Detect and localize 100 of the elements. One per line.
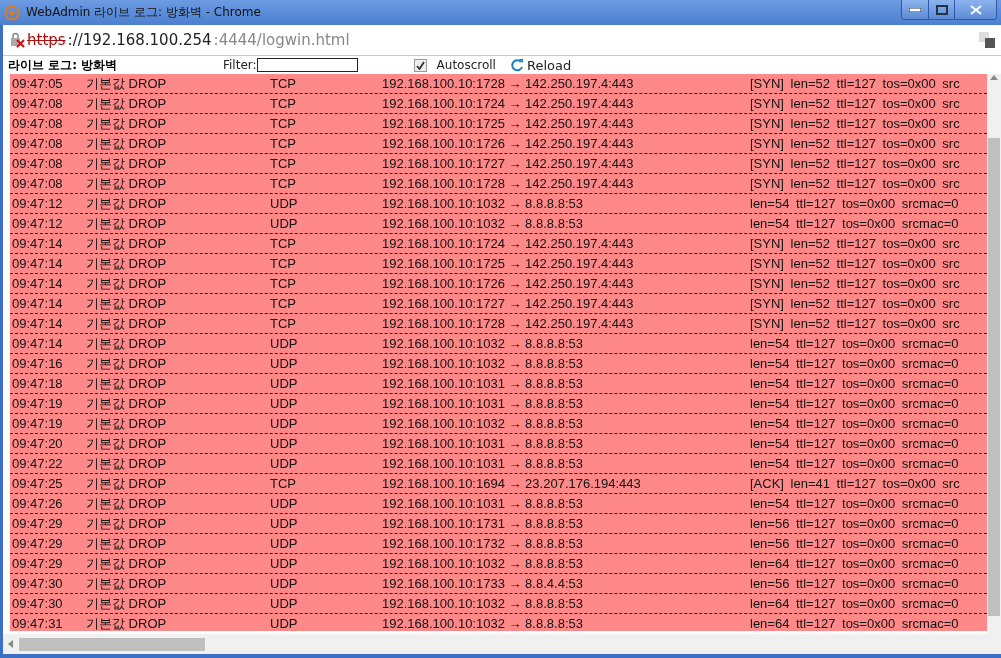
action-cell-text: 기본값 DROP — [86, 274, 168, 293]
time-cell-text: 09:47:16 — [11, 356, 64, 371]
translate-icon[interactable] — [979, 32, 995, 48]
details-cell: [SYN] len=52 ttl=127 tos=0x00 src — [750, 116, 960, 131]
protocol-cell-text: UDP — [270, 516, 299, 531]
insecure-lock-icon[interactable] — [9, 32, 25, 48]
time-cell-text: 09:47:14 — [11, 256, 64, 271]
action-cell-text: 기본값 DROP — [86, 374, 168, 393]
action-cell-text: 기본값 DROP — [86, 474, 168, 493]
filter-label: Filter: — [223, 58, 257, 72]
connection-cell-text: 192.168.100.10:1726 → 142.250.197.4:443 — [382, 136, 635, 151]
details-cell: [SYN] len=52 ttl=127 tos=0x00 src — [750, 96, 960, 111]
protocol-cell-text: UDP — [270, 616, 299, 631]
connection-cell-text: 192.168.100.10:1728 → 142.250.197.4:443 — [382, 76, 635, 91]
close-button[interactable] — [954, 0, 996, 19]
protocol-cell-text: TCP — [270, 136, 297, 151]
url-path: :4444/logwin.html — [213, 31, 351, 49]
connection-cell-text: 192.168.100.10:1032 → 8.8.8.8:53 — [382, 596, 584, 611]
action-cell-text: 기본값 DROP — [86, 254, 168, 273]
connection-cell-text: 192.168.100.10:1725 → 142.250.197.4:443 — [382, 256, 635, 271]
connection-cell-text: 192.168.100.10:1732 → 8.8.8.8:53 — [382, 536, 584, 551]
details-cell: len=64 ttl=127 tos=0x00 srcmac=0 — [750, 556, 959, 571]
action-cell-text: 기본값 DROP — [86, 594, 168, 613]
protocol-cell-text: TCP — [270, 116, 297, 131]
time-cell-text: 09:47:30 — [11, 576, 64, 591]
protocol-cell-text: TCP — [270, 176, 297, 191]
connection-cell-text: 192.168.100.10:1032 → 8.8.8.8:53 — [382, 556, 584, 571]
protocol-cell-text: TCP — [270, 296, 297, 311]
action-cell-text: 기본값 DROP — [86, 354, 168, 373]
action-cell-text: 기본값 DROP — [86, 294, 168, 313]
details-cell: len=54 ttl=127 tos=0x00 srcmac=0 — [750, 336, 959, 351]
action-cell-text: 기본값 DROP — [86, 514, 168, 533]
minimize-icon — [909, 7, 921, 12]
details-cell: len=54 ttl=127 tos=0x00 srcmac=0 — [750, 436, 959, 451]
connection-cell-text: 192.168.100.10:1731 → 8.8.8.8:53 — [382, 516, 584, 531]
protocol-cell-text: UDP — [270, 536, 299, 551]
details-cell: len=54 ttl=127 tos=0x00 srcmac=0 — [750, 376, 959, 391]
details-cell: [SYN] len=52 ttl=127 tos=0x00 src — [750, 276, 960, 291]
details-cell: len=54 ttl=127 tos=0x00 srcmac=0 — [750, 456, 959, 471]
connection-cell-text: 192.168.100.10:1727 → 142.250.197.4:443 — [382, 296, 635, 311]
action-cell-text: 기본값 DROP — [86, 114, 168, 133]
vertical-scrollbar-thumb[interactable] — [988, 138, 1000, 616]
close-icon — [969, 4, 982, 15]
time-cell-text: 09:47:19 — [11, 416, 64, 431]
protocol-cell-text: TCP — [270, 276, 297, 291]
connection-cell-text: 192.168.100.10:1031 → 8.8.8.8:53 — [382, 496, 584, 511]
connection-cell-text: 192.168.100.10:1726 → 142.250.197.4:443 — [382, 276, 635, 291]
protocol-cell-text: UDP — [270, 496, 299, 511]
minimize-button[interactable] — [902, 0, 928, 19]
horizontal-scrollbar-thumb[interactable] — [19, 637, 205, 651]
connection-cell-text: 192.168.100.10:1727 → 142.250.197.4:443 — [382, 156, 635, 171]
maximize-icon — [935, 4, 948, 15]
details-cell: len=56 ttl=127 tos=0x00 srcmac=0 — [750, 576, 959, 591]
action-cell-text: 기본값 DROP — [86, 454, 168, 473]
connection-cell-text: 192.168.100.10:1032 → 8.8.8.8:53 — [382, 336, 584, 351]
connection-cell-text: 192.168.100.10:1032 → 8.8.8.8:53 — [382, 216, 584, 231]
action-cell-text: 기본값 DROP — [86, 334, 168, 353]
connection-cell-text: 192.168.100.10:1032 → 8.8.8.8:53 — [382, 616, 584, 631]
connection-cell-text: 192.168.100.10:1032 → 8.8.8.8:53 — [382, 356, 584, 371]
protocol-cell-text: TCP — [270, 76, 297, 91]
action-cell-text: 기본값 DROP — [86, 534, 168, 553]
details-cell: len=56 ttl=127 tos=0x00 srcmac=0 — [750, 536, 959, 551]
scroll-left-arrow-icon[interactable] — [7, 640, 15, 648]
protocol-cell-text: TCP — [270, 236, 297, 251]
time-cell-text: 09:47:12 — [11, 216, 64, 231]
time-cell-text: 09:47:14 — [11, 236, 64, 251]
details-cell: [SYN] len=52 ttl=127 tos=0x00 src — [750, 176, 960, 191]
details-cell: len=54 ttl=127 tos=0x00 srcmac=0 — [750, 196, 959, 211]
time-cell-text: 09:47:05 — [11, 76, 64, 91]
autoscroll-checkbox[interactable] — [413, 58, 427, 72]
action-cell-text: 기본값 DROP — [86, 134, 168, 153]
filter-input[interactable] — [256, 58, 358, 72]
connection-cell-text: 192.168.100.10:1032 → 8.8.8.8:53 — [382, 416, 584, 431]
details-cell: len=56 ttl=127 tos=0x00 srcmac=0 — [750, 516, 959, 531]
time-cell-text: 09:47:20 — [11, 436, 64, 451]
time-cell-text: 09:47:08 — [11, 96, 64, 111]
maximize-button[interactable] — [928, 0, 954, 19]
time-cell-text: 09:47:22 — [11, 456, 64, 471]
autoscroll-label: Autoscroll — [436, 58, 496, 72]
reload-button[interactable]: Reload — [509, 57, 572, 73]
protocol-cell-text: UDP — [270, 416, 299, 431]
time-cell-text: 09:47:08 — [11, 176, 64, 191]
details-cell: len=54 ttl=127 tos=0x00 srcmac=0 — [750, 416, 959, 431]
time-cell-text: 09:47:08 — [11, 116, 64, 131]
time-cell-text: 09:47:08 — [11, 156, 64, 171]
protocol-cell-text: TCP — [270, 316, 297, 331]
action-cell-text: 기본값 DROP — [86, 214, 168, 233]
action-cell-text: 기본값 DROP — [86, 414, 168, 433]
scroll-up-arrow-icon[interactable] — [990, 74, 998, 82]
connection-cell-text: 192.168.100.10:1728 → 142.250.197.4:443 — [382, 316, 635, 331]
protocol-cell-text: UDP — [270, 376, 299, 391]
action-cell-text: 기본값 DROP — [86, 554, 168, 573]
window-title: WebAdmin 라이브 로그: 방화벽 - Chrome — [26, 4, 262, 21]
time-cell-text: 09:47:29 — [11, 536, 64, 551]
url-host: ://192.168.100.254 — [67, 31, 212, 49]
url-scheme: https — [27, 31, 66, 49]
browser-logo-icon — [4, 4, 20, 21]
details-cell: [SYN] len=52 ttl=127 tos=0x00 src — [750, 136, 960, 151]
action-cell-text: 기본값 DROP — [86, 494, 168, 513]
connection-cell-text: 192.168.100.10:1724 → 142.250.197.4:443 — [382, 236, 635, 251]
